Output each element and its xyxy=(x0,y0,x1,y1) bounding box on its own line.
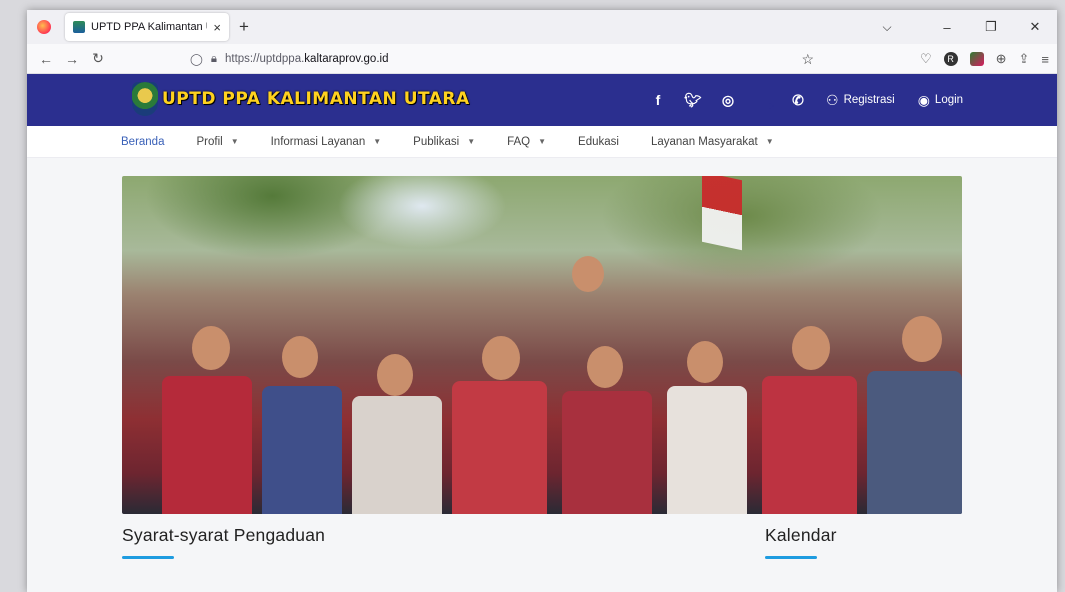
facebook-icon[interactable]: f xyxy=(649,92,667,108)
login-link[interactable]: ◉ Login xyxy=(918,92,963,109)
heading-underline xyxy=(122,556,174,559)
browser-tab[interactable]: UPTD PPA Kalimantan Utara × xyxy=(65,13,229,41)
navigation-toolbar: ← → ↻ ◯ 🔒︎ https://uptdppa.kaltaraprov.g… xyxy=(27,44,1057,74)
shield-icon[interactable]: ◯ xyxy=(190,52,203,66)
chevron-down-icon: ▼ xyxy=(467,137,476,146)
tab-strip: UPTD PPA Kalimantan Utara × + ⌵ – ❐ ✕ xyxy=(27,10,1057,44)
crowd-shape xyxy=(192,326,230,370)
social-links: f 🐦︎ ◎ ✆ ⚇ Registrasi ◉ Login xyxy=(649,74,963,126)
menu-item-layanan-masyarakat[interactable]: Layanan Masyarakat ▼ xyxy=(651,136,774,148)
crowd-shape xyxy=(377,354,413,396)
menu-item-edukasi[interactable]: Edukasi xyxy=(578,136,619,148)
crowd-shape xyxy=(282,336,318,378)
site-favicon-icon xyxy=(73,21,85,33)
url-bar[interactable]: ◯ 🔒︎ https://uptdppa.kaltaraprov.go.id ☆ xyxy=(190,47,814,71)
url-domain: kaltaraprov.go.id xyxy=(304,53,389,65)
add-user-icon: ⚇ xyxy=(826,91,839,108)
firefox-icon[interactable] xyxy=(37,20,51,34)
crowd-shape xyxy=(902,316,942,362)
instagram-icon[interactable]: ◎ xyxy=(719,92,737,109)
province-emblem-icon xyxy=(132,82,158,116)
flag-shape xyxy=(702,176,742,251)
bookmark-star-icon[interactable]: ☆ xyxy=(801,51,814,68)
forward-button[interactable]: → xyxy=(59,51,85,67)
crowd-shape xyxy=(562,391,652,514)
restore-button[interactable]: ❐ xyxy=(969,19,1013,35)
section-heading: Kalendar xyxy=(765,525,837,545)
register-label: Registrasi xyxy=(843,94,895,106)
pocket-icon[interactable]: ♡ xyxy=(920,51,932,67)
crowd-shape xyxy=(792,326,830,370)
register-link[interactable]: ⚇ Registrasi xyxy=(826,92,895,109)
calendar-section: Kalendar xyxy=(765,525,837,559)
page-content: Syarat-syarat Pengaduan Kalendar xyxy=(27,158,1057,592)
menu-icon[interactable]: ≡ xyxy=(1041,52,1049,67)
section-heading: Syarat-syarat Pengaduan xyxy=(122,525,326,545)
crowd-shape xyxy=(867,371,962,514)
site-logo[interactable]: UPTD PPA KALIMANTAN UTARA xyxy=(132,82,470,116)
close-tab-icon[interactable]: × xyxy=(213,20,221,35)
chevron-down-icon: ▼ xyxy=(230,137,239,146)
extension-gem-icon[interactable] xyxy=(969,52,984,66)
lock-icon[interactable]: 🔒︎ xyxy=(211,53,217,66)
back-button[interactable]: ← xyxy=(33,51,59,67)
crowd-shape xyxy=(482,336,520,380)
twitter-icon[interactable]: 🐦︎ xyxy=(684,92,702,109)
hero-photo xyxy=(122,176,962,514)
crowd-shape xyxy=(262,386,342,514)
url-prefix: https://uptdppa. xyxy=(225,53,305,65)
heading-underline xyxy=(765,556,817,559)
chevron-down-icon: ▼ xyxy=(765,137,774,146)
minimize-button[interactable]: – xyxy=(925,20,969,35)
menu-item-faq[interactable]: FAQ ▼ xyxy=(507,136,546,148)
menu-item-beranda[interactable]: Beranda xyxy=(121,136,164,148)
site-header: UPTD PPA KALIMANTAN UTARA f 🐦︎ ◎ ✆ ⚇ Reg… xyxy=(27,74,1057,126)
main-menu: Beranda Profil ▼ Informasi Layanan ▼ Publi… xyxy=(27,126,1057,158)
tab-title: UPTD PPA Kalimantan Utara xyxy=(91,21,207,33)
reload-button[interactable]: ↻ xyxy=(85,50,111,67)
complaint-requirements-section: Syarat-syarat Pengaduan xyxy=(122,525,325,559)
menu-item-publikasi[interactable]: Publikasi ▼ xyxy=(413,136,475,148)
new-tab-button[interactable]: + xyxy=(239,17,249,37)
crowd-shape xyxy=(587,346,623,388)
crowd-shape xyxy=(687,341,723,383)
crowd-shape xyxy=(762,376,857,514)
extension-r-icon[interactable]: R xyxy=(943,52,958,66)
browser-window: UPTD PPA Kalimantan Utara × + ⌵ – ❐ ✕ ← … xyxy=(27,10,1057,592)
crowd-shape xyxy=(352,396,442,514)
menu-item-informasi-layanan[interactable]: Informasi Layanan ▼ xyxy=(271,136,382,148)
crowd-shape xyxy=(667,386,747,514)
login-label: Login xyxy=(934,94,964,106)
crowd-shape xyxy=(162,376,252,514)
chevron-down-icon: ▼ xyxy=(538,137,547,146)
user-circle-icon: ◉ xyxy=(917,91,930,108)
toolbar-icons: ♡ R ⊕ ⇪ ≡ xyxy=(920,44,1049,74)
crowd-shape xyxy=(572,256,604,292)
chevron-down-icon: ▼ xyxy=(373,137,382,146)
menu-item-profil[interactable]: Profil ▼ xyxy=(196,136,238,148)
share-icon[interactable]: ⇪ xyxy=(1019,51,1030,67)
whatsapp-icon[interactable]: ✆ xyxy=(789,92,807,109)
globe-icon[interactable]: ⊕ xyxy=(996,51,1007,67)
window-controls: ⌵ – ❐ ✕ xyxy=(882,10,1057,44)
crowd-shape xyxy=(452,381,547,514)
close-window-button[interactable]: ✕ xyxy=(1013,19,1057,35)
logo-text: UPTD PPA KALIMANTAN UTARA xyxy=(162,89,470,109)
list-tabs-icon[interactable]: ⌵ xyxy=(877,20,897,35)
